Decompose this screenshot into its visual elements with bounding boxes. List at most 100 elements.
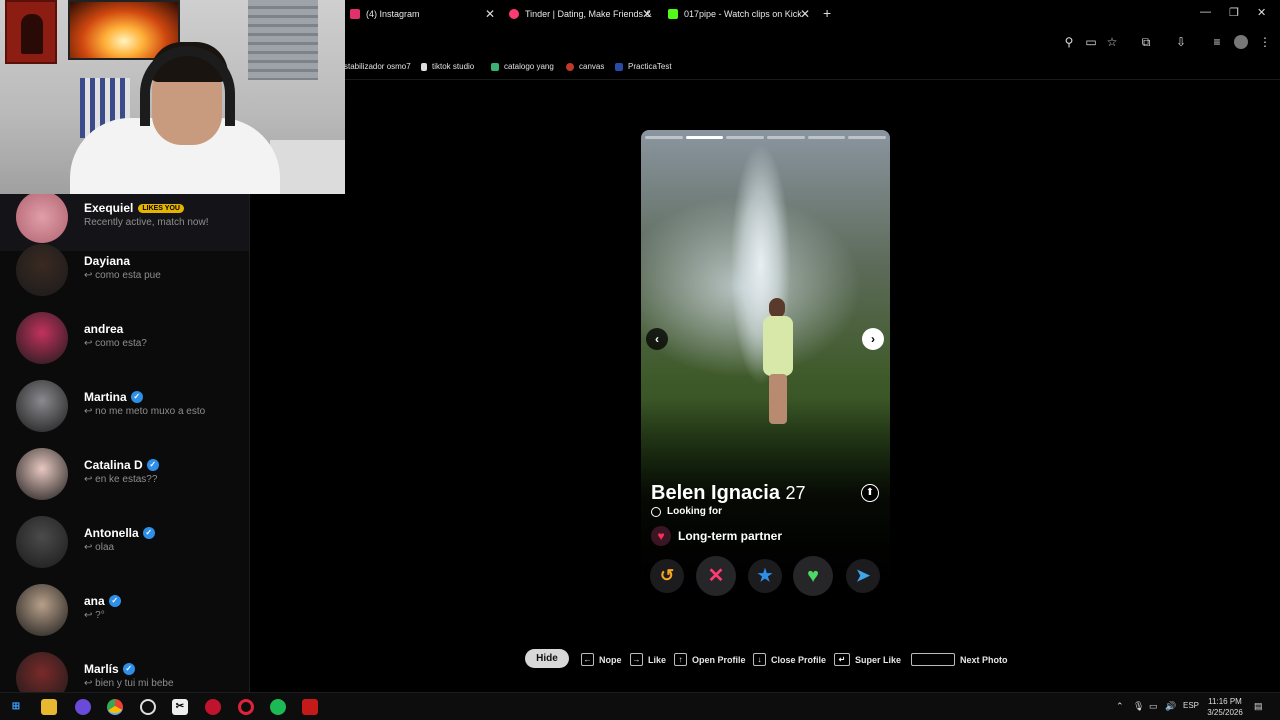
photo-progress-segment <box>848 136 887 139</box>
spotify-icon[interactable] <box>270 699 286 715</box>
hide-hints-button[interactable]: Hide <box>525 649 569 668</box>
instagram-icon <box>350 9 360 19</box>
match-name-text: Catalina D <box>84 458 143 472</box>
app-icon[interactable] <box>302 699 318 715</box>
close-icon[interactable]: ✕ <box>485 7 495 21</box>
capcut-icon[interactable]: ✂ <box>172 699 188 715</box>
tiktok-icon <box>421 62 427 71</box>
match-name-text: ana <box>84 594 105 608</box>
kick-icon <box>668 9 678 19</box>
opera-icon[interactable] <box>238 699 254 715</box>
hint-label: Like <box>648 654 667 665</box>
menu-kebab-icon[interactable]: ⋮ <box>1258 35 1272 49</box>
language-indicator[interactable]: ESP <box>1183 701 1199 710</box>
new-tab-button[interactable]: + <box>823 5 831 21</box>
likes-you-badge: LIKES YOU <box>138 203 184 213</box>
tab-instagram[interactable]: (4) Instagram ✕ <box>350 4 495 24</box>
app-icon[interactable] <box>75 699 91 715</box>
photo-progress-segment <box>807 136 846 139</box>
volume-icon[interactable]: 🔊 <box>1165 701 1176 712</box>
close-icon[interactable]: ✕ <box>642 7 652 21</box>
clock-date: 3/25/2026 <box>1207 708 1243 717</box>
chrome-icon[interactable] <box>107 699 123 715</box>
bookmark-item[interactable]: stabilizador osmo7 <box>344 62 411 71</box>
list-item[interactable]: Catalina D ✓ ↩ en ke estas?? <box>0 440 249 508</box>
bookmark-label: catalogo yang <box>504 62 554 71</box>
notifications-icon[interactable]: ▤ <box>1254 701 1263 712</box>
profile-person <box>759 298 799 428</box>
match-name-text: Dayiana <box>84 254 131 268</box>
chevron-up-icon[interactable]: ⌃ <box>1116 701 1124 712</box>
network-icon[interactable]: ▭ <box>1149 701 1158 712</box>
next-photo-button[interactable]: › <box>862 328 884 350</box>
photo-progress-bar <box>645 136 887 139</box>
close-icon[interactable]: ✕ <box>800 7 810 21</box>
relationship-goal-row: ♥ Long-term partner <box>651 526 782 546</box>
super-like-button[interactable]: ★ <box>748 559 782 593</box>
hint-label: Nope <box>599 654 622 665</box>
open-profile-button[interactable]: ⬆ <box>861 484 879 502</box>
list-item[interactable]: Dayiana ↩ como esta pue <box>0 236 249 304</box>
list-item[interactable]: Martina ✓ ↩ no me meto muxo a esto <box>0 372 249 440</box>
looking-for-label: Looking for <box>667 506 722 517</box>
app-icon[interactable] <box>205 699 221 715</box>
relationship-goal: Long-term partner <box>678 529 783 543</box>
swipe-actions: ↺ ✕ ★ ♥ ➤ <box>641 556 890 598</box>
keyboard-hints-bar: Hide ← Nope → Like ↑ Open Profile ↓ Clos… <box>0 646 1280 672</box>
bookmark-item[interactable]: catalogo yang <box>491 62 554 71</box>
avatar <box>16 380 68 432</box>
boost-button[interactable]: ➤ <box>846 559 880 593</box>
rewind-button[interactable]: ↺ <box>650 559 684 593</box>
match-name-text: Martina <box>84 390 127 404</box>
taskbar-clock[interactable]: 11:16 PM 3/25/2026 <box>1200 696 1250 718</box>
nope-button[interactable]: ✕ <box>696 556 736 596</box>
tab-tinder[interactable]: Tinder | Dating, Make Friends & ✕ <box>509 4 652 24</box>
photo-progress-segment <box>767 136 805 139</box>
match-message: ↩ como esta? <box>84 338 147 349</box>
photo-progress-segment <box>685 136 724 139</box>
restore-button[interactable]: ❐ <box>1229 6 1239 19</box>
list-item[interactable]: andrea ↩ como esta? <box>0 304 249 372</box>
tinder-icon <box>509 9 519 19</box>
bookmark-label: PracticaTest <box>628 62 672 71</box>
search-icon <box>651 506 661 517</box>
like-button[interactable]: ♥ <box>793 556 833 596</box>
verified-badge-icon: ✓ <box>142 527 155 539</box>
avatar <box>16 312 68 364</box>
previous-photo-button[interactable]: ‹ <box>646 328 668 350</box>
windows-start-icon[interactable]: ⊞ <box>8 699 24 715</box>
location-icon[interactable]: ⚲ <box>1062 35 1076 49</box>
match-message: ↩ no me meto muxo a esto <box>84 406 206 417</box>
bed <box>270 140 345 194</box>
profile-avatar-icon[interactable] <box>1234 35 1248 49</box>
hint-open-profile: ↑ Open Profile <box>674 653 746 666</box>
media-icon[interactable]: ≡ <box>1210 35 1224 49</box>
bookmark-item[interactable]: tiktok studio <box>421 62 474 71</box>
bookmark-label: canvas <box>579 62 605 71</box>
bookmark-star-icon[interactable]: ☆ <box>1105 35 1119 49</box>
match-name-text: Antonella <box>84 526 139 540</box>
verified-badge-icon: ✓ <box>130 391 143 403</box>
file-explorer-icon[interactable] <box>41 699 57 715</box>
bookmark-item[interactable]: canvas <box>566 62 604 71</box>
app-icon[interactable] <box>140 699 156 715</box>
match-name: Dayiana <box>84 254 130 268</box>
profile-card[interactable]: ‹ › Belen Ignacia 27 ⬆ Looking for ♥ Lon… <box>641 130 890 578</box>
microphone-icon[interactable]: 🎙 <box>1133 701 1144 712</box>
match-message: ↩ ?° <box>84 610 105 621</box>
hint-super-like: ↵ Super Like <box>834 653 901 666</box>
cast-icon[interactable]: ▭ <box>1084 35 1098 49</box>
bookmark-label: tiktok studio <box>432 62 475 71</box>
list-item[interactable]: Antonella ✓ ↩ olaa <box>0 508 249 576</box>
bookmark-item[interactable]: PracticaTest <box>615 62 672 71</box>
close-window-button[interactable]: ✕ <box>1257 6 1266 19</box>
list-item[interactable]: ana ✓ ↩ ?° <box>0 576 249 644</box>
tab-kick[interactable]: 017pipe - Watch clips on Kick ✕ <box>668 4 810 24</box>
hint-label: Close Profile <box>771 654 827 665</box>
hint-nope: ← Nope <box>581 653 622 666</box>
hint-close-profile: ↓ Close Profile <box>753 653 826 666</box>
extensions-icon[interactable]: ⧉ <box>1139 35 1153 49</box>
up-arrow-key-icon: ↑ <box>674 653 687 666</box>
download-icon[interactable]: ⇩ <box>1174 35 1188 49</box>
minimize-button[interactable]: — <box>1200 6 1211 18</box>
